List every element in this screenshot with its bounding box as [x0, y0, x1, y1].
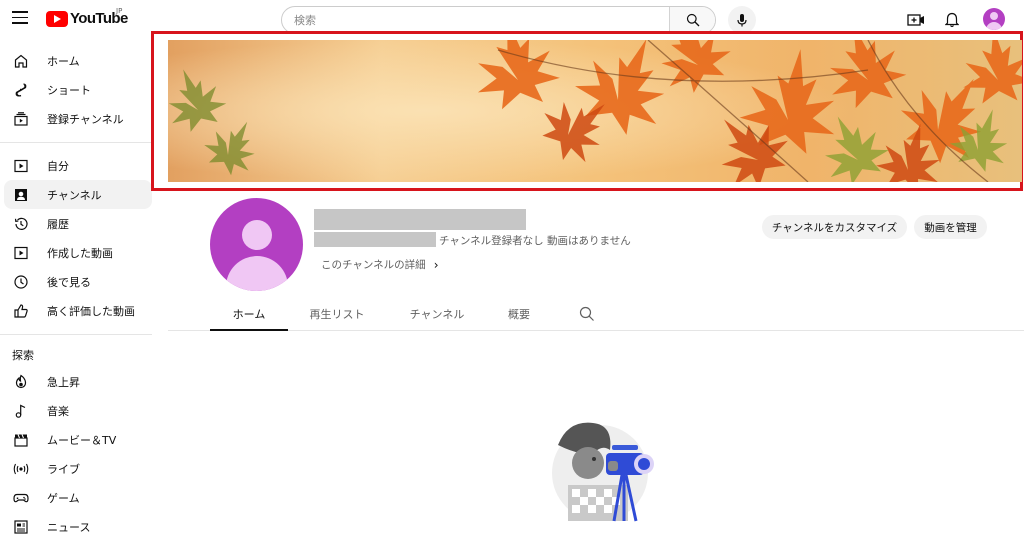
sidebar-item-music[interactable]: 音楽: [4, 396, 152, 425]
sidebar-item-label: チャンネル: [47, 188, 102, 202]
channel-details-label: このチャンネルの詳細: [321, 259, 426, 271]
sidebar-item-label: 登録チャンネル: [47, 112, 124, 126]
menu-icon[interactable]: [12, 11, 28, 25]
sidebar-item-label: 音楽: [47, 404, 69, 418]
sidebar-item-history[interactable]: 履歴: [4, 209, 152, 238]
sidebar-item-home[interactable]: ホーム: [4, 46, 152, 75]
sidebar: ホーム ショート 登録チャンネル 自分 チャンネル 履歴 作成した動画 後で見る…: [0, 46, 156, 544]
sidebar-item-live[interactable]: ライブ: [4, 454, 152, 483]
region-label: JP: [116, 7, 123, 15]
home-icon: [12, 52, 30, 70]
sidebar-item-you[interactable]: 自分: [4, 151, 152, 180]
youtube-logo[interactable]: YouTube JP: [46, 7, 128, 27]
tab-home[interactable]: ホーム: [210, 297, 288, 331]
sidebar-item-liked-videos[interactable]: 高く評価した動画: [4, 296, 152, 325]
tab-about[interactable]: 概要: [480, 297, 558, 330]
shorts-icon: [12, 81, 30, 99]
sidebar-item-label: 後で見る: [47, 275, 91, 289]
watch-later-icon: [12, 273, 30, 291]
sidebar-item-label: 急上昇: [47, 375, 80, 389]
account-avatar[interactable]: [983, 8, 1005, 30]
sidebar-item-label: 履歴: [47, 217, 69, 231]
voice-search-button[interactable]: [728, 6, 756, 34]
notifications-button[interactable]: [942, 9, 962, 31]
sidebar-divider: [0, 334, 152, 335]
channel-tabs: ホーム 再生リスト チャンネル 概要: [168, 297, 1024, 331]
chevron-right-icon: ›: [433, 257, 439, 272]
bell-icon: [945, 12, 959, 28]
sidebar-item-label: 自分: [47, 159, 69, 173]
tab-playlists[interactable]: 再生リスト: [298, 297, 376, 330]
sidebar-item-label: 作成した動画: [47, 246, 113, 260]
your-channel-icon: [12, 157, 30, 175]
sidebar-item-shorts[interactable]: ショート: [4, 75, 152, 104]
sidebar-item-channel[interactable]: チャンネル: [4, 180, 152, 209]
create-video-icon: [907, 14, 924, 26]
channel-details-link[interactable]: このチャンネルの詳細 ›: [321, 257, 439, 272]
history-icon: [12, 215, 30, 233]
sidebar-divider: [0, 142, 152, 143]
movies-icon: [12, 431, 30, 449]
sidebar-item-label: ニュース: [47, 520, 91, 534]
channel-icon: [12, 186, 30, 204]
music-icon: [12, 402, 30, 420]
live-icon: [12, 460, 30, 478]
search-input[interactable]: [282, 7, 669, 33]
sidebar-item-label: ショート: [47, 83, 91, 97]
manage-videos-button[interactable]: 動画を管理: [914, 215, 987, 239]
search-icon: [686, 13, 699, 27]
search-box: [281, 6, 716, 34]
search-button[interactable]: [669, 7, 715, 33]
explore-section-title: 探索: [12, 349, 34, 362]
gaming-icon: [12, 489, 30, 507]
news-icon: [12, 518, 30, 536]
sidebar-item-label: ムービー＆TV: [47, 433, 117, 447]
trending-icon: [12, 373, 30, 391]
youtube-channel-page: YouTube JP 検索 ホーム ショート 登録チャンネル 自分 チャンネル …: [0, 0, 1024, 544]
channel-avatar[interactable]: [210, 198, 303, 291]
sidebar-item-news[interactable]: ニュース: [4, 512, 152, 541]
liked-videos-icon: [12, 302, 30, 320]
sidebar-item-label: ライブ: [47, 462, 80, 476]
sidebar-item-label: 高く評価した動画: [47, 304, 135, 318]
channel-banner-image: [168, 40, 1022, 182]
microphone-icon: [737, 14, 747, 27]
youtube-play-icon: [46, 10, 68, 27]
empty-channel-illustration: [548, 415, 668, 525]
channel-search-icon[interactable]: [578, 305, 596, 323]
sidebar-item-label: ゲーム: [47, 491, 80, 505]
create-button[interactable]: [905, 10, 927, 30]
sidebar-item-subscriptions[interactable]: 登録チャンネル: [4, 104, 152, 133]
tab-channels[interactable]: チャンネル: [398, 297, 476, 330]
channel-handle-redacted: [314, 232, 436, 247]
customize-channel-button[interactable]: チャンネルをカスタマイズ: [762, 215, 907, 239]
channel-meta: チャンネル登録者なし 動画はありません: [439, 235, 631, 247]
sidebar-item-movies[interactable]: ムービー＆TV: [4, 425, 152, 454]
your-videos-icon: [12, 244, 30, 262]
channel-name-redacted: [314, 209, 526, 230]
sidebar-item-gaming[interactable]: ゲーム: [4, 483, 152, 512]
sidebar-item-watch-later[interactable]: 後で見る: [4, 267, 152, 296]
subscriptions-icon: [12, 110, 30, 128]
sidebar-item-trending[interactable]: 急上昇: [4, 367, 152, 396]
sidebar-item-your-videos[interactable]: 作成した動画: [4, 238, 152, 267]
sidebar-item-label: ホーム: [47, 54, 80, 68]
